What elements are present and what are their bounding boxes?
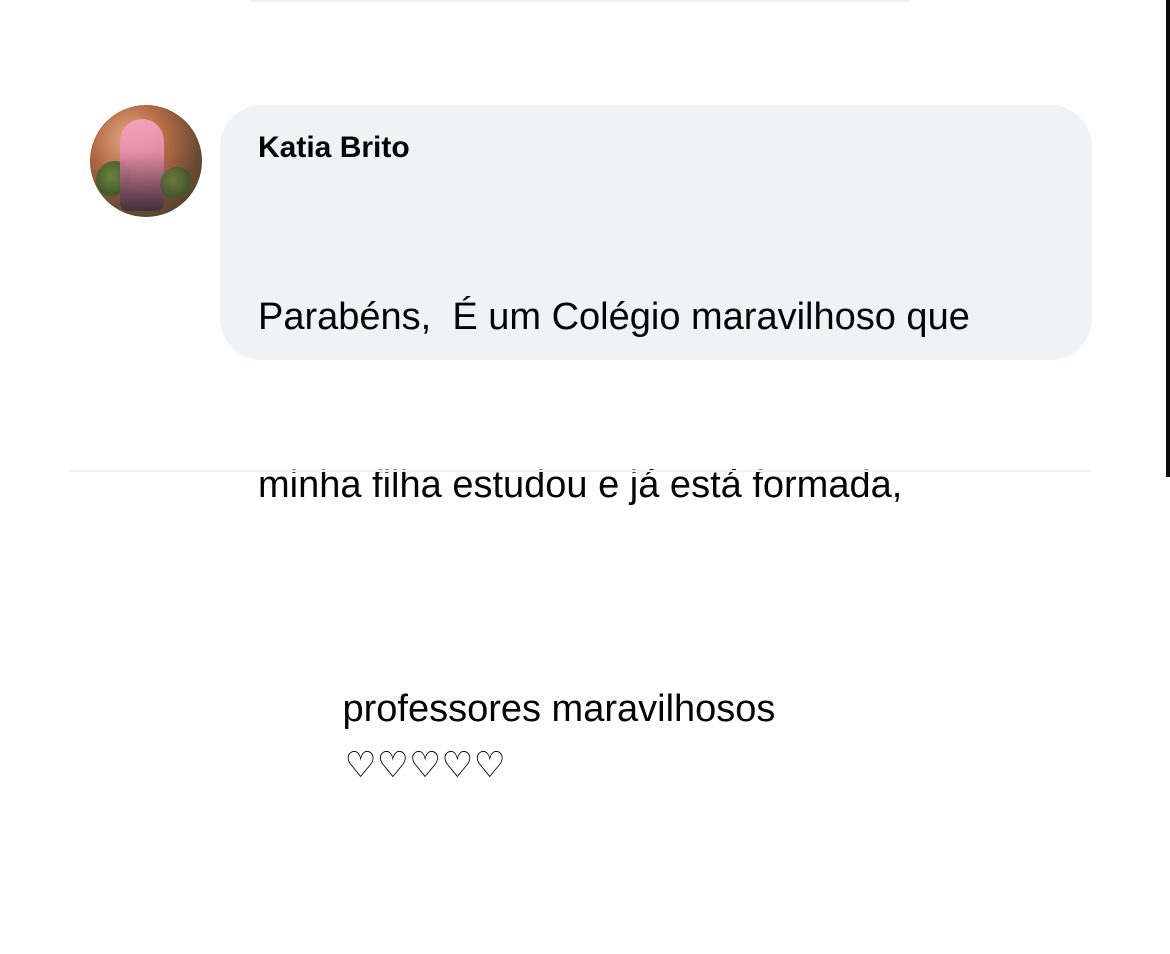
comment-text: Parabéns, É um Colégio maravilhoso que m…	[258, 177, 1056, 954]
avatar[interactable]	[90, 105, 202, 217]
avatar-person	[120, 119, 164, 211]
comment-author[interactable]: Katia Brito	[258, 131, 1056, 165]
right-edge-strip	[1166, 0, 1170, 477]
comment-line-1: Parabéns, É um Colégio maravilhoso que	[258, 296, 970, 338]
comment-line-3-text: professores maravilhosos	[342, 688, 776, 730]
avatar-foliage-right	[160, 167, 194, 201]
heart-emoji-icon: ♡♡♡♡♡	[344, 745, 506, 786]
comment-bubble: Katia Brito Parabéns, É um Colégio marav…	[220, 105, 1092, 786]
comment-line-3: professores maravilhosos ♡♡♡♡♡	[258, 625, 1056, 850]
comment: Katia Brito Parabéns, É um Colégio marav…	[90, 105, 1092, 786]
comment-line-2: minha filha estudou e já está formada,	[258, 464, 903, 506]
bottom-divider	[70, 470, 1090, 472]
top-divider	[250, 0, 910, 2]
